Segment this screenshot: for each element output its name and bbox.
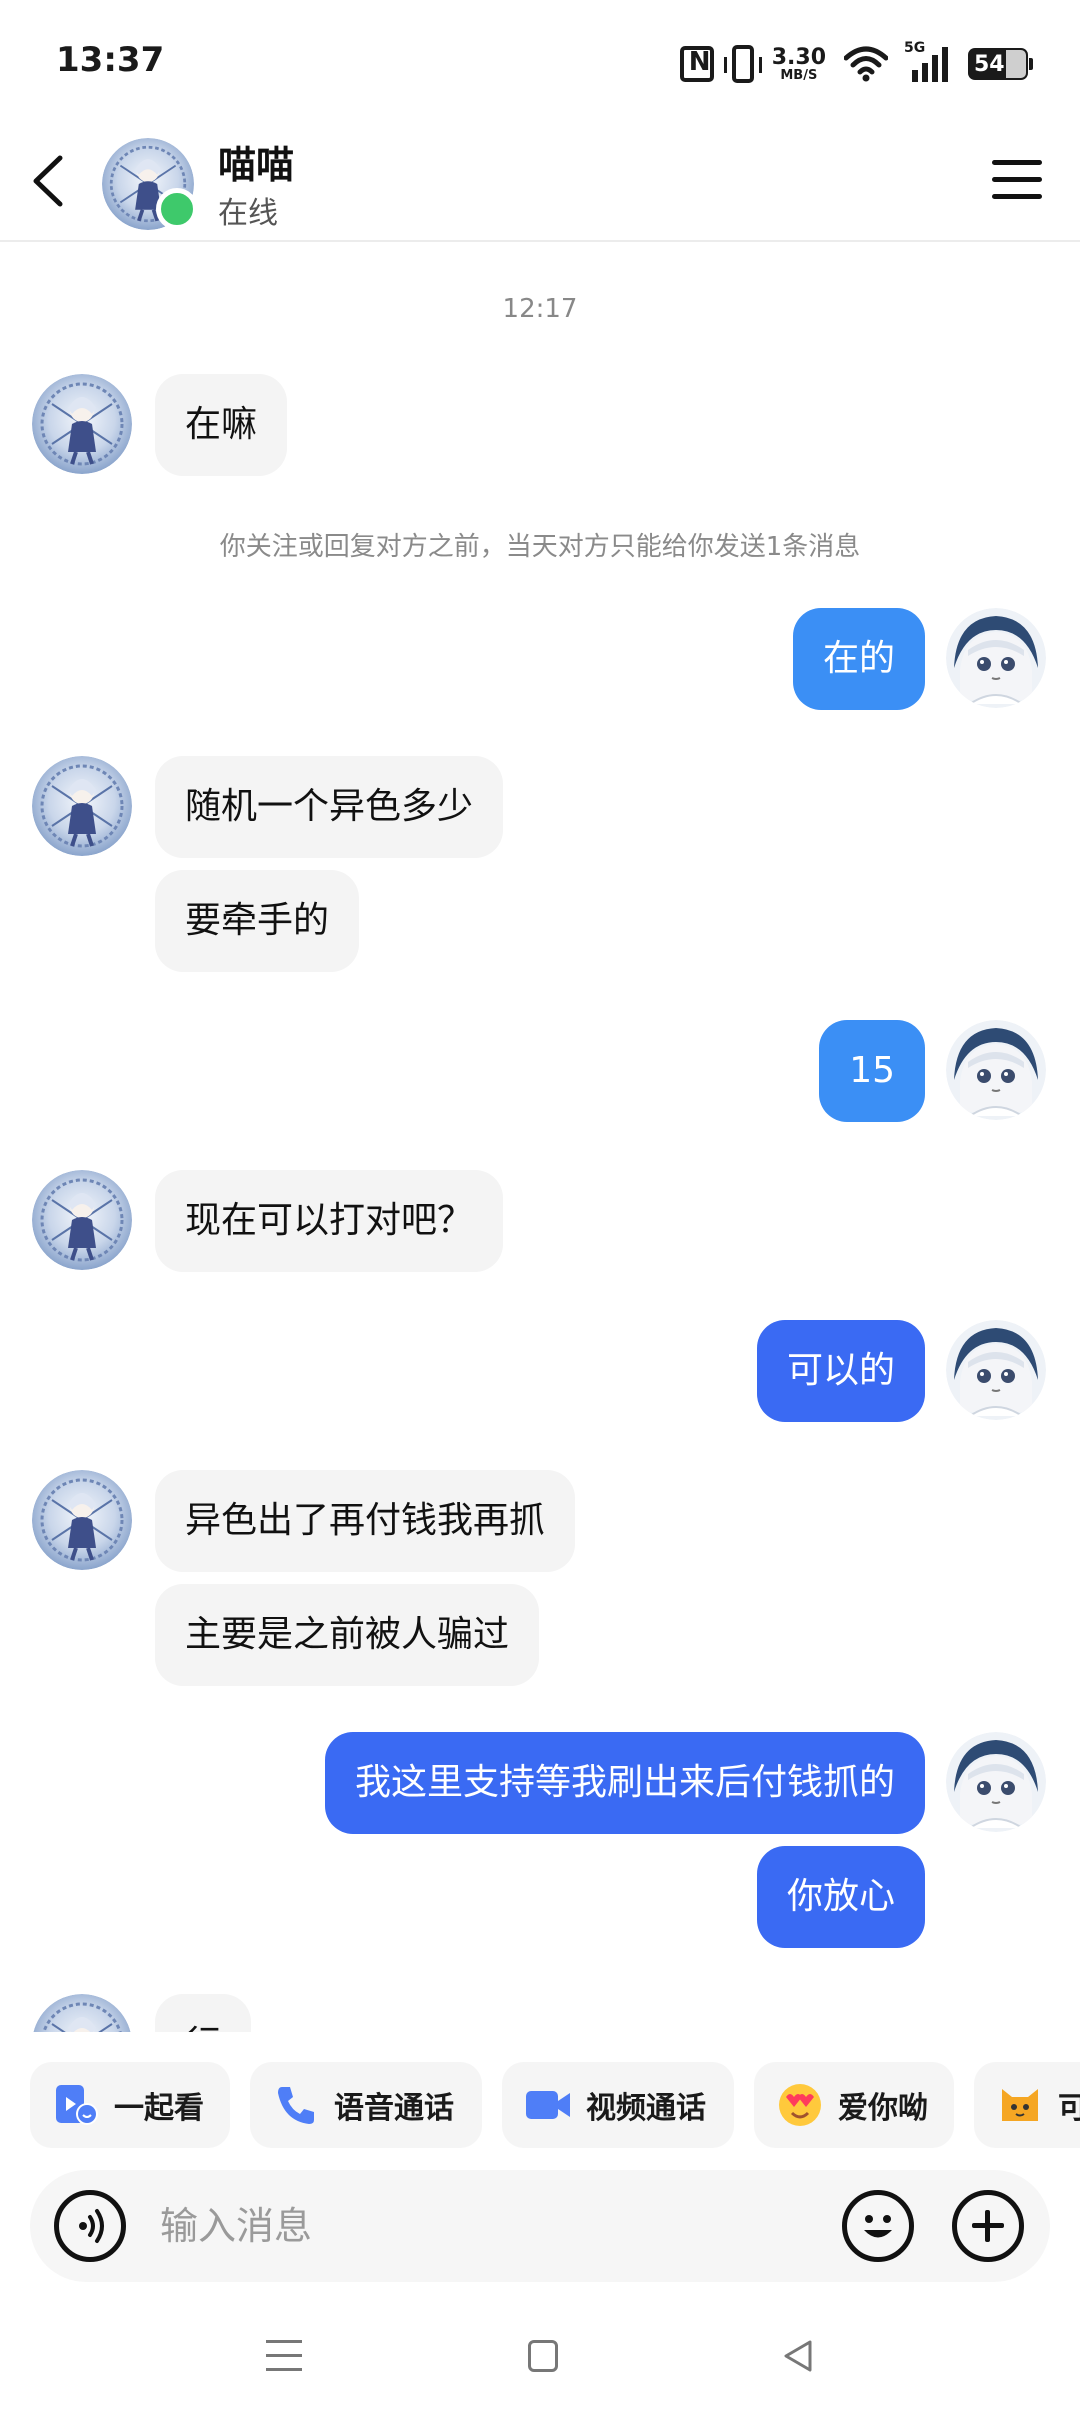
voice-input-button[interactable]: [54, 2190, 126, 2262]
message-input[interactable]: [160, 2194, 840, 2258]
signal-icon: 5G: [904, 40, 950, 82]
love-emoji-icon: [779, 2084, 821, 2126]
incoming-message[interactable]: 现在可以打对吧？: [155, 1170, 504, 1272]
contact-avatar[interactable]: [32, 756, 132, 856]
status-time: 13:37: [56, 40, 165, 80]
system-notice: 你关注或回复对方之前，当天对方只能给你发送1条消息: [219, 532, 861, 562]
cat-emoji-icon: [1002, 2089, 1038, 2121]
outgoing-message[interactable]: 可以的: [756, 1320, 925, 1422]
status-bar: 13:37 3.30 MB/S 5G 54: [0, 0, 1080, 120]
contact-name[interactable]: 喵喵: [218, 134, 294, 189]
emoji-icon: [864, 2215, 892, 2238]
incoming-message[interactable]: 在嘛: [155, 374, 288, 476]
watch-together-icon: [56, 2085, 98, 2125]
my-avatar[interactable]: [946, 1732, 1046, 1832]
chat-header: 喵喵 在线: [0, 120, 1080, 242]
video-call-button[interactable]: 视频通话: [502, 2062, 734, 2148]
outgoing-message[interactable]: 你放心: [756, 1846, 925, 1948]
back-icon[interactable]: [22, 148, 82, 214]
menu-icon[interactable]: [992, 160, 1042, 200]
message-input-bar: [30, 2170, 1050, 2282]
vibrate-icon: [723, 45, 762, 83]
network-speed-value: 3.30: [771, 44, 826, 70]
home-icon[interactable]: [528, 2340, 558, 2372]
cat-sticker-button[interactable]: 可: [974, 2062, 1080, 2148]
time-divider: 12:17: [502, 294, 578, 324]
network-speed: 3.30 MB/S: [771, 44, 826, 83]
contact-avatar[interactable]: [32, 1470, 132, 1570]
incoming-message[interactable]: 行: [155, 1994, 252, 2032]
outgoing-message[interactable]: 15: [819, 1020, 925, 1122]
love-you-button[interactable]: 爱你呦: [754, 2062, 954, 2148]
online-indicator: [156, 188, 198, 230]
phone-icon: [278, 2087, 314, 2124]
my-avatar[interactable]: [946, 1020, 1046, 1120]
battery-icon: 54: [968, 48, 1033, 80]
contact-avatar[interactable]: [32, 1170, 132, 1270]
quick-action-label: 一起看: [114, 2091, 204, 2126]
contact-status: 在线: [218, 196, 278, 231]
quick-action-label: 语音通话: [334, 2091, 454, 2126]
message-list[interactable]: 12:17 在嘛 你关注或回复对方之前，当天对方只能给你发送1条消息 在的 随机…: [0, 242, 1080, 2032]
status-icons: 3.30 MB/S 5G 54: [679, 40, 1033, 86]
more-button[interactable]: [952, 2190, 1024, 2262]
contact-avatar[interactable]: [32, 1994, 132, 2032]
nfc-icon: [679, 46, 714, 82]
outgoing-message[interactable]: 在的: [792, 608, 925, 710]
incoming-message[interactable]: 随机一个异色多少: [155, 756, 504, 858]
incoming-message[interactable]: 异色出了再付钱我再抓: [155, 1470, 576, 1572]
quick-action-label: 视频通话: [586, 2091, 706, 2126]
my-avatar[interactable]: [946, 608, 1046, 708]
recents-icon[interactable]: [266, 2340, 302, 2372]
network-speed-unit: MB/S: [780, 67, 818, 83]
wifi-icon: [844, 46, 888, 82]
incoming-message[interactable]: 主要是之前被人骗过: [155, 1584, 540, 1686]
quick-action-label: 爱你呦: [838, 2091, 928, 2126]
outgoing-message[interactable]: 我这里支持等我刷出来后付钱抓的: [324, 1732, 925, 1834]
voice-call-button[interactable]: 语音通话: [250, 2062, 482, 2148]
quick-actions-bar[interactable]: 一起看 语音通话 视频通话 爱你呦 可: [0, 2032, 1080, 2172]
watch-together-button[interactable]: 一起看: [30, 2062, 230, 2148]
signal-type-label: 5G: [904, 40, 926, 56]
back-nav-icon[interactable]: [780, 2338, 816, 2374]
emoji-button[interactable]: [842, 2190, 914, 2262]
contact-avatar[interactable]: [32, 374, 132, 474]
system-nav-bar: [0, 2300, 1080, 2414]
voice-icon: [79, 2209, 104, 2243]
battery-level: 54: [974, 51, 1005, 77]
my-avatar[interactable]: [946, 1320, 1046, 1420]
video-icon: [526, 2091, 570, 2119]
incoming-message[interactable]: 要牵手的: [155, 870, 360, 972]
quick-action-label: 可: [1058, 2091, 1080, 2126]
